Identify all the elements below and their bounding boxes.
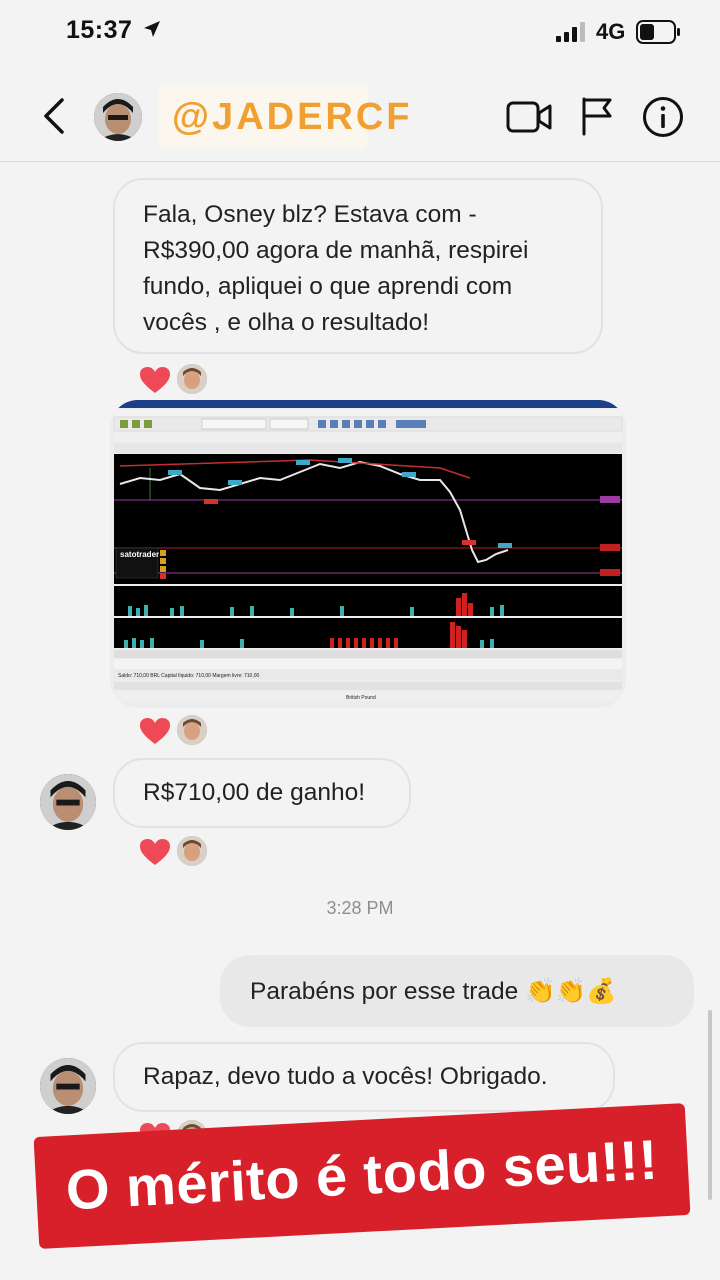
message-bubble-received[interactable]: Fala, Osney blz? Estava com - R$390,00 a…: [113, 178, 603, 354]
message-text: Parabéns por esse trade 👏👏💰: [250, 978, 617, 1005]
reactor-avatar: [177, 836, 207, 866]
message-text: Fala, Osney blz? Estava com - R$390,00 a…: [143, 201, 529, 336]
banner-text: O mérito é todo seu!!!: [64, 1127, 660, 1222]
message-bubble-received[interactable]: Rapaz, devo tudo a vocês! Obrigado.: [113, 1042, 615, 1112]
message-text: Rapaz, devo tudo a vocês! Obrigado.: [143, 1063, 548, 1090]
back-chevron-icon[interactable]: [36, 96, 72, 136]
network-type: 4G: [596, 19, 626, 44]
location-arrow-icon: [144, 21, 160, 37]
heart-icon: [140, 718, 170, 744]
video-call-icon[interactable]: [506, 100, 552, 134]
contact-username[interactable]: @JADERCF: [172, 96, 413, 139]
message-bubble-sent[interactable]: Parabéns por esse trade 👏👏💰: [220, 955, 694, 1027]
message-reaction[interactable]: [139, 364, 211, 396]
sender-avatar[interactable]: [40, 774, 96, 830]
status-time: 15:37: [66, 16, 133, 44]
message-timestamp: 3:28 PM: [326, 898, 394, 918]
signal-icon: [556, 22, 585, 42]
message-text: R$710,00 de ganho!: [143, 779, 366, 806]
sender-avatar[interactable]: [40, 1058, 96, 1114]
username-highlight[interactable]: @JADERCF: [158, 84, 410, 148]
battery-icon: [636, 20, 680, 44]
platform-balance-row: Saldo: 710,00 BRL Capital líquido: 710,0…: [118, 673, 260, 679]
heart-icon: [140, 367, 170, 393]
heart-icon: [140, 839, 170, 865]
message-reaction[interactable]: [139, 715, 211, 747]
chat-header: @JADERCF: [0, 70, 720, 162]
flag-icon[interactable]: [580, 96, 614, 136]
contact-avatar[interactable]: [94, 93, 142, 141]
reactor-avatar: [177, 715, 207, 745]
story-banner: O mérito é todo seu!!!: [33, 1103, 691, 1249]
message-bubble-received[interactable]: R$710,00 de ganho!: [113, 758, 411, 828]
message-reaction[interactable]: [139, 836, 211, 868]
platform-footer-label: British Pound: [346, 695, 376, 701]
reactor-avatar: [177, 364, 207, 394]
status-bar: 15:37 4G: [0, 0, 720, 64]
platform-logo: satotrader: [120, 550, 159, 559]
scrollbar[interactable]: [708, 1010, 712, 1200]
trading-platform-screenshot[interactable]: satotrader Saldo: 710,00 BRL Capital líq…: [110, 400, 626, 708]
info-icon[interactable]: [642, 96, 684, 138]
